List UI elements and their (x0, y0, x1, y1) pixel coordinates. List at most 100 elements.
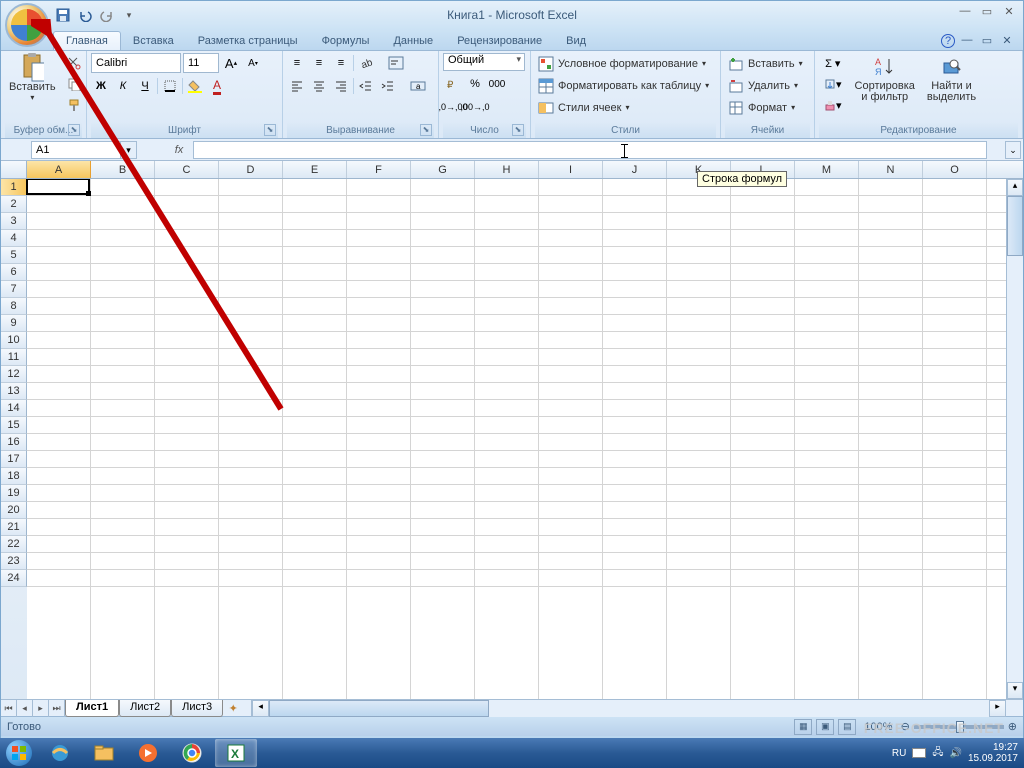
grow-font-icon[interactable]: A▴ (221, 53, 241, 73)
column-header[interactable]: H (475, 161, 539, 178)
align-middle-icon[interactable]: ≡ (309, 53, 329, 73)
align-top-icon[interactable]: ≡ (287, 53, 307, 73)
align-bottom-icon[interactable]: ≡ (331, 53, 351, 73)
sheet-nav-last[interactable]: ⏭ (49, 700, 65, 717)
row-header[interactable]: 11 (1, 349, 27, 366)
taskbar-chrome[interactable] (171, 739, 213, 767)
sheet-tab-3[interactable]: Лист3 (171, 700, 223, 717)
alignment-dialog-launcher[interactable]: ⬊ (420, 124, 432, 136)
row-header[interactable]: 24 (1, 570, 27, 587)
sheet-tab-2[interactable]: Лист2 (119, 700, 171, 717)
office-button[interactable] (5, 3, 49, 47)
vscroll-thumb[interactable] (1007, 196, 1023, 256)
mdi-restore-button[interactable]: ▭ (979, 34, 995, 50)
column-header[interactable]: D (219, 161, 283, 178)
taskbar-ie[interactable] (39, 739, 81, 767)
number-format-combo[interactable]: Общий (443, 53, 525, 71)
tab-page-layout[interactable]: Разметка страницы (186, 32, 310, 50)
tab-home[interactable]: Главная (53, 31, 121, 50)
comma-style-icon[interactable]: 000 (487, 74, 507, 94)
column-header[interactable]: C (155, 161, 219, 178)
row-header[interactable]: 17 (1, 451, 27, 468)
zoom-out-button[interactable]: ⊖ (901, 720, 910, 733)
zoom-slider-thumb[interactable] (956, 721, 964, 733)
column-header[interactable]: O (923, 161, 987, 178)
accounting-format-icon[interactable]: ₽ (443, 74, 463, 94)
hscroll-thumb[interactable] (269, 700, 489, 717)
tray-lang[interactable]: RU (892, 748, 906, 759)
insert-function-button[interactable]: fx (167, 141, 191, 159)
font-dialog-launcher[interactable]: ⬊ (264, 124, 276, 136)
decrease-indent-icon[interactable] (356, 76, 376, 96)
autosum-icon[interactable]: Σ ▾ (819, 53, 847, 73)
row-header[interactable]: 12 (1, 366, 27, 383)
vertical-scrollbar[interactable]: ▴ ▾ (1006, 179, 1023, 699)
name-box-dropdown[interactable]: ▾ (121, 141, 137, 159)
paste-button[interactable]: Вставить ▾ (5, 53, 60, 104)
merge-center-icon[interactable]: a (408, 76, 428, 96)
align-left-icon[interactable] (287, 76, 307, 96)
border-button[interactable] (160, 76, 180, 96)
bold-button[interactable]: Ж (91, 76, 111, 96)
row-header[interactable]: 4 (1, 230, 27, 247)
row-header[interactable]: 9 (1, 315, 27, 332)
minimize-button[interactable]: — (955, 5, 975, 21)
row-header[interactable]: 15 (1, 417, 27, 434)
column-header[interactable]: J (603, 161, 667, 178)
sheet-nav-prev[interactable]: ◂ (17, 700, 33, 717)
italic-button[interactable]: К (113, 76, 133, 96)
wrap-text-icon[interactable] (386, 53, 406, 73)
qat-dropdown-icon[interactable]: ▾ (121, 7, 137, 23)
new-sheet-button[interactable]: ✦ (223, 702, 243, 715)
underline-button[interactable]: Ч (135, 76, 155, 96)
copy-icon[interactable] (64, 74, 84, 94)
row-header[interactable]: 13 (1, 383, 27, 400)
orientation-icon[interactable]: ab (356, 53, 376, 73)
shrink-font-icon[interactable]: A▾ (243, 53, 263, 73)
row-header[interactable]: 21 (1, 519, 27, 536)
row-header[interactable]: 8 (1, 298, 27, 315)
tab-review[interactable]: Рецензирование (445, 32, 554, 50)
page-layout-view-button[interactable]: ▣ (816, 719, 834, 735)
delete-cells-button[interactable]: Удалить ▾ (725, 75, 801, 96)
sort-filter-button[interactable]: АЯ Сортировка и фильтр (851, 53, 919, 105)
row-header[interactable]: 19 (1, 485, 27, 502)
tab-formulas[interactable]: Формулы (310, 32, 382, 50)
fill-color-button[interactable] (185, 76, 205, 96)
row-header[interactable]: 20 (1, 502, 27, 519)
normal-view-button[interactable]: ▦ (794, 719, 812, 735)
maximize-button[interactable]: ▭ (977, 5, 997, 21)
font-color-button[interactable]: A (207, 76, 227, 96)
save-icon[interactable] (55, 7, 71, 23)
sheet-nav-first[interactable]: ⏮ (1, 700, 17, 717)
column-header[interactable]: I (539, 161, 603, 178)
zoom-slider[interactable] (914, 725, 1004, 729)
scroll-left-button[interactable]: ◂ (252, 700, 269, 717)
formula-bar-expand-icon[interactable]: ⌄ (1005, 141, 1021, 159)
zoom-level[interactable]: 100% (864, 721, 892, 733)
help-icon[interactable]: ? (941, 34, 955, 48)
close-button[interactable]: ✕ (999, 5, 1019, 21)
format-painter-icon[interactable] (64, 95, 84, 115)
scroll-right-button[interactable]: ▸ (989, 700, 1006, 717)
tab-data[interactable]: Данные (381, 32, 445, 50)
undo-icon[interactable] (77, 7, 93, 23)
column-header[interactable]: N (859, 161, 923, 178)
redo-icon[interactable] (99, 7, 115, 23)
font-name-combo[interactable] (91, 53, 181, 73)
start-button[interactable] (0, 738, 38, 768)
cut-icon[interactable] (64, 53, 84, 73)
format-as-table-button[interactable]: Форматировать как таблицу ▾ (535, 75, 712, 96)
row-header[interactable]: 7 (1, 281, 27, 298)
increase-indent-icon[interactable] (378, 76, 398, 96)
select-all-corner[interactable] (1, 161, 27, 178)
align-center-icon[interactable] (309, 76, 329, 96)
column-header[interactable]: M (795, 161, 859, 178)
clipboard-dialog-launcher[interactable]: ⬊ (68, 124, 80, 136)
horizontal-scrollbar[interactable]: ◂ ▸ (251, 700, 1006, 717)
row-header[interactable]: 22 (1, 536, 27, 553)
tray-volume-icon[interactable]: 🔊 (949, 748, 961, 759)
percent-style-icon[interactable]: % (465, 74, 485, 94)
taskbar-excel[interactable]: X (215, 739, 257, 767)
tray-clock[interactable]: 19:27 15.09.2017 (968, 742, 1018, 764)
